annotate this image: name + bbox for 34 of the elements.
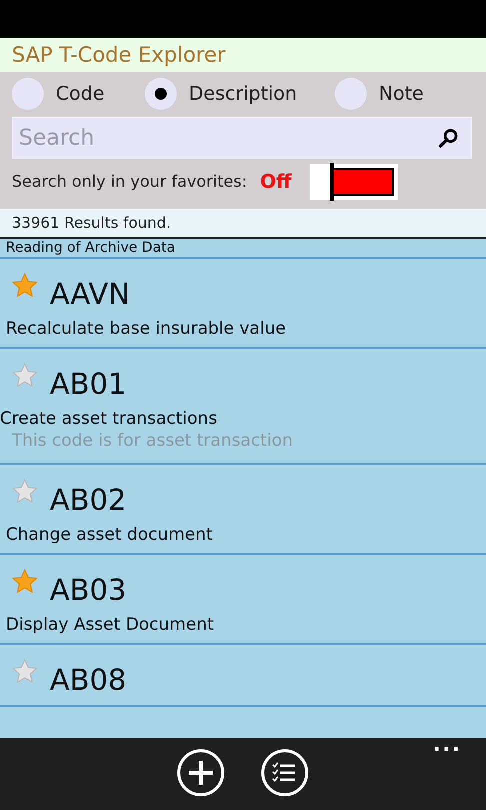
radio-button[interactable] [12,78,44,110]
item-description: Create asset transactions [0,408,218,429]
results-count: 33961 Results found. [12,214,172,232]
item-description: Recalculate base insurable value [5,318,288,339]
star-icon[interactable] [12,363,38,389]
radio-label[interactable]: Description [189,83,298,105]
more-button[interactable]: ... [433,732,462,756]
radio-label[interactable]: Code [56,83,105,105]
star-icon[interactable] [12,569,38,595]
tcode[interactable]: AB01 [50,367,127,401]
app-title: SAP T-Code Explorer [12,43,226,67]
toggle-state: Off [260,170,293,192]
tcode[interactable]: AAVN [50,277,130,311]
star-icon[interactable] [12,479,38,505]
favorites-label: Search only in your favorites: [12,172,248,191]
search-field[interactable]: Search [12,117,472,159]
tcode[interactable]: AB02 [50,483,127,517]
item-description: Display Asset Document [5,614,216,635]
star-icon[interactable] [12,273,38,299]
checklist-button[interactable] [261,749,309,797]
search-icon[interactable] [438,127,460,149]
checklist-icon [261,749,309,797]
tcode[interactable]: AB03 [50,573,127,607]
favorites-toggle[interactable] [310,164,398,200]
radio-label[interactable]: Note [379,83,424,105]
tcode[interactable]: AB08 [50,663,127,697]
radio-button[interactable] [335,78,367,110]
radio-button[interactable] [145,78,177,110]
plus-icon [177,749,225,797]
item-description: Change asset document [5,524,214,545]
add-button[interactable] [177,749,225,797]
item-description: Reading of Archive Data [6,240,176,256]
star-icon[interactable] [12,659,38,685]
item-note: This code is for asset transaction [11,430,294,453]
